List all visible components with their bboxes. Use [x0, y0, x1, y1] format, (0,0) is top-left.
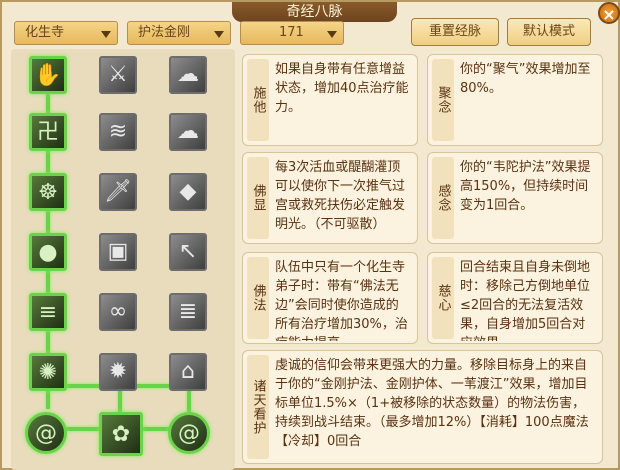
skill-card[interactable]: 聚念 你的“聚气”效果增加至80%。: [427, 54, 603, 146]
chevron-down-icon: [327, 31, 337, 38]
cloud-knot-icon[interactable]: ∞: [99, 293, 137, 331]
cloud-swirl-icon[interactable]: ☁: [169, 56, 207, 94]
conch-icon[interactable]: ✿: [99, 412, 143, 456]
orb-icon[interactable]: ●: [29, 233, 67, 271]
meridian-window: 奇经八脉 × 化生寺 护法金刚 171 重置经脉 默认模式 ✋ ⚔ ☁ 卍 ≋ …: [0, 0, 620, 470]
skill-card[interactable]: 施他 如果自身带有任意增益状态，增加40点治疗能力。: [242, 54, 418, 146]
skill-card[interactable]: 佛法 队伍中只有一个化生寺弟子时：带有“佛法无边”会同时使你造成的所有治疗增加3…: [242, 252, 418, 344]
spiral-right-icon[interactable]: @: [168, 412, 210, 454]
skill-name: 佛法: [247, 257, 269, 339]
skill-name: 聚念: [432, 59, 454, 141]
reset-meridian-button[interactable]: 重置经脉: [411, 18, 499, 46]
skill-name: 感念: [432, 157, 454, 239]
lines-icon[interactable]: ≡: [29, 293, 67, 331]
spiral-icon[interactable]: @: [25, 412, 67, 454]
close-icon[interactable]: ×: [598, 2, 620, 24]
arrow-icon[interactable]: ↖: [169, 233, 207, 271]
skill-description: 回合结束且自身未倒地时：移除己方倒地单位≤2回合的无法复活效果，自身增加5回合对…: [460, 260, 591, 341]
skill-name: 诸天看护: [247, 355, 269, 459]
level-dropdown-value: 171: [279, 25, 304, 40]
wheel-icon[interactable]: 卍: [29, 113, 67, 151]
radiance-icon[interactable]: ✺: [29, 353, 67, 391]
skill-card[interactable]: 慈心 回合结束且自身未倒地时：移除己方倒地单位≤2回合的无法复活效果，自身增加5…: [427, 252, 603, 344]
skill-description: 如果自身带有任意增益状态，增加40点治疗能力。: [275, 62, 409, 115]
wave-icon[interactable]: ≋: [99, 113, 137, 151]
dagger-icon[interactable]: 🗡: [99, 173, 137, 211]
school-dropdown-value: 护法金刚: [138, 25, 191, 40]
skill-description: 你的“聚气”效果增加至80%。: [460, 62, 591, 96]
window-title: 奇经八脉: [232, 2, 397, 22]
default-mode-button[interactable]: 默认模式: [507, 18, 591, 46]
skill-description: 队伍中只有一个化生寺弟子时：带有“佛法无边”会同时使你造成的所有治疗增加30%，…: [275, 260, 408, 341]
skill-name: 施他: [247, 59, 269, 141]
skill-name: 慈心: [432, 257, 454, 339]
sun-flower-icon[interactable]: ✹: [99, 353, 137, 391]
skill-description: 你的“韦陀护法”效果提高150%，但持续时间变为1回合。: [460, 160, 591, 213]
sect-dropdown-value: 化生寺: [25, 25, 65, 40]
level-dropdown[interactable]: 171: [240, 21, 344, 45]
book-icon[interactable]: ▣: [99, 233, 137, 271]
meridian-tree: ✋ ⚔ ☁ 卍 ≋ ☁ ☸ 🗡 ◆ ● ▣ ↖ ≡ ∞ ≣ ✺ ✹ ⌂ @ ✿ …: [11, 49, 235, 470]
chevron-down-icon: [214, 31, 224, 38]
skill-card-large[interactable]: 诸天看护 虔诚的信仰会带来更强大的力量。移除目标身上的来自于你的“金刚护法、金刚…: [242, 350, 603, 464]
lotus-hand-icon[interactable]: ✋: [29, 56, 67, 94]
buddha-icon[interactable]: ☸: [29, 173, 67, 211]
split-blade-icon[interactable]: ⚔: [99, 56, 137, 94]
skill-card[interactable]: 佛显 每3次活血或醍醐灌顶可以使你下一次推气过宫或救死扶伤必定触发明光。（不可驱…: [242, 152, 418, 244]
rock-icon[interactable]: ◆: [169, 173, 207, 211]
pagoda-icon[interactable]: ⌂: [169, 353, 207, 391]
skill-card[interactable]: 感念 你的“韦陀护法”效果提高150%，但持续时间变为1回合。: [427, 152, 603, 244]
sect-dropdown[interactable]: 化生寺: [14, 21, 118, 45]
skill-description: 每3次活血或醍醐灌顶可以使你下一次推气过宫或救死扶伤必定触发明光。（不可驱散）: [275, 160, 406, 232]
cloud-pattern-icon[interactable]: ☁: [169, 113, 207, 151]
chevron-down-icon: [101, 31, 111, 38]
scroll-icon[interactable]: ≣: [169, 293, 207, 331]
skill-description: 虔诚的信仰会带来更强大的力量。移除目标身上的来自于你的“金刚护法、金刚护体、一苇…: [275, 358, 589, 449]
skill-name: 佛显: [247, 157, 269, 239]
school-dropdown[interactable]: 护法金刚: [127, 21, 231, 45]
